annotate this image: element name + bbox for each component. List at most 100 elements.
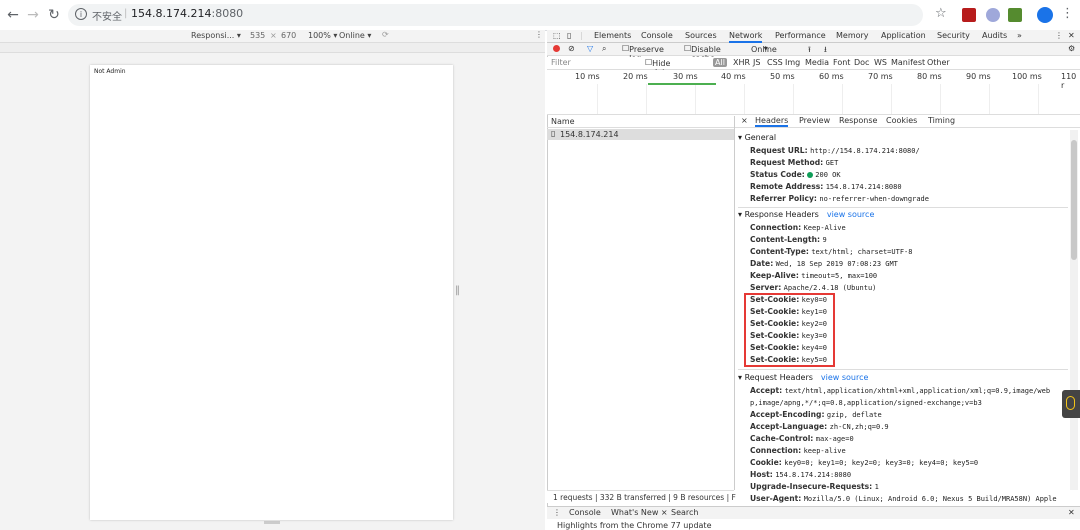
device-height[interactable]: 670 (281, 31, 296, 40)
name-column-header[interactable]: Name (547, 116, 734, 128)
close-drawer-icon[interactable]: ✕ (1068, 508, 1075, 517)
drawer-menu-icon[interactable]: ⋮ (553, 508, 561, 517)
star-icon[interactable]: ☆ (935, 6, 947, 21)
network-settings-icon[interactable]: ⚙ (1068, 44, 1075, 53)
zoom-select[interactable]: 100% ▾ (308, 31, 337, 40)
column-divider[interactable] (734, 116, 735, 490)
timeline-tick: 40 ms (721, 72, 746, 81)
filter-font[interactable]: Font (833, 58, 850, 67)
header-row: Cache-Control: max-age=0 (750, 434, 854, 443)
cube-extension-icon[interactable] (1008, 8, 1022, 22)
header-row: Keep-Alive: timeout=5, max=100 (750, 271, 878, 280)
forward-arrow-icon[interactable]: → (24, 6, 42, 24)
view-source-link[interactable]: view source (821, 373, 869, 382)
header-row: Status Code: 200 OK (750, 170, 841, 179)
filter-icon[interactable]: ▽ (587, 44, 593, 53)
document-icon: ▯ (551, 129, 556, 138)
tab-preview[interactable]: Preview (799, 116, 830, 125)
menu-icon[interactable]: ⋮ (1061, 6, 1074, 21)
rotate-icon[interactable]: ⟳ (382, 30, 389, 39)
throttling-select[interactable]: Online ▾ (751, 44, 777, 54)
preserve-log-checkbox[interactable]: ☐ Preserve log (622, 44, 664, 63)
filter-xhr[interactable]: XHR (733, 58, 750, 67)
bottom-resize-handle[interactable] (264, 521, 280, 524)
disable-cache-checkbox[interactable]: ☐ Disable cache (684, 44, 721, 63)
page-text: Not Admin (94, 68, 126, 75)
mouse-icon (1066, 396, 1075, 410)
device-toggle-icon[interactable]: ▯ (567, 31, 571, 40)
tab-response[interactable]: Response (839, 116, 877, 125)
tab-network[interactable]: Network (729, 31, 763, 43)
floating-widget[interactable] (1062, 390, 1080, 418)
close-detail-icon[interactable]: × (741, 116, 748, 125)
device-menu-icon[interactable]: ⋮ (535, 30, 543, 39)
pdf-extension-icon[interactable] (962, 8, 976, 22)
header-row: Remote Address: 154.8.174.214:8080 (750, 182, 902, 191)
tab-cookies[interactable]: Cookies (886, 116, 917, 125)
import-har-icon[interactable]: ⭱ (808, 44, 811, 58)
devtools-menu-icon[interactable]: ⋮ (1055, 31, 1063, 40)
timeline-tick: 110 r (1061, 72, 1077, 90)
filter-ws[interactable]: WS (874, 58, 887, 67)
extension-icon[interactable] (986, 8, 1000, 22)
scrollbar-thumb[interactable] (1071, 140, 1077, 260)
search-icon[interactable]: ⌕ (602, 44, 606, 54)
header-row: Server: Apache/2.4.18 (Ubuntu) (750, 283, 877, 292)
more-tabs-icon[interactable]: » (1017, 31, 1022, 40)
filter-manifest[interactable]: Manifest (891, 58, 925, 67)
tab-memory[interactable]: Memory (836, 31, 869, 40)
tab-elements[interactable]: Elements (594, 31, 631, 40)
header-row: Accept-Encoding: gzip, deflate (750, 410, 882, 419)
record-icon[interactable] (553, 45, 560, 52)
tab-application[interactable]: Application (881, 31, 926, 40)
details-scrollbar[interactable] (1070, 130, 1078, 490)
filter-doc[interactable]: Doc (854, 58, 869, 67)
export-har-icon[interactable]: ⭳ (824, 44, 827, 58)
timeline-tick: 90 ms (966, 72, 991, 81)
tab-headers[interactable]: Headers (755, 116, 789, 127)
tab-performance[interactable]: Performance (775, 31, 826, 40)
filter-css[interactable]: CSS (767, 58, 783, 67)
filter-all[interactable]: All (713, 58, 727, 67)
clear-icon[interactable]: ⊘ (568, 44, 575, 53)
close-devtools-icon[interactable]: ✕ (1068, 31, 1075, 40)
filter-other[interactable]: Other (927, 58, 950, 67)
info-icon[interactable]: i (75, 8, 87, 20)
timeline-tick: 20 ms (623, 72, 648, 81)
drawer-tab-search[interactable]: Search (671, 508, 698, 517)
request-row[interactable]: ▯ 154.8.174.214 (547, 129, 734, 140)
tab-audits[interactable]: Audits (982, 31, 1007, 40)
url-text[interactable]: 154.8.174.214:8080 (131, 7, 243, 20)
header-row: Accept-Language: zh-CN,zh;q=0.9 (750, 422, 889, 431)
throttle-select[interactable]: Online ▾ (339, 31, 371, 40)
tab-console[interactable]: Console (641, 31, 673, 40)
header-row: Connection: keep-alive (750, 446, 846, 455)
network-toolbar: ⊘ ▽ ⌕ ☐ Preserve log ☐ Disable cache Onl… (547, 43, 1080, 63)
drawer-tab-whats-new[interactable]: What's New × (611, 508, 668, 517)
device-width[interactable]: 535 (250, 31, 265, 40)
address-bar[interactable]: i 不安全 | 154.8.174.214:8080 (68, 4, 923, 26)
timeline-overview[interactable]: 10 ms 20 ms 30 ms 40 ms 50 ms 60 ms 70 m… (547, 70, 1080, 115)
response-headers-toggle[interactable]: ▾ Response Headers view source (738, 210, 874, 219)
header-row-continued: p,image/apng,*/*;q=0.8,application/signe… (750, 399, 982, 407)
reload-icon[interactable]: ↻ (45, 6, 63, 24)
tab-sources[interactable]: Sources (685, 31, 717, 40)
device-select[interactable]: Responsi... ▾ (191, 31, 241, 40)
view-source-link[interactable]: view source (827, 210, 875, 219)
filter-img[interactable]: Img (785, 58, 800, 67)
back-arrow-icon[interactable]: ← (4, 6, 22, 24)
drawer-tab-console[interactable]: Console (569, 508, 601, 517)
resize-handle-icon[interactable]: ‖ (455, 285, 460, 296)
request-headers-toggle[interactable]: ▾ Request Headers view source (738, 373, 868, 382)
avatar[interactable] (1037, 7, 1053, 23)
inspect-icon[interactable]: ⬚ (553, 31, 561, 40)
filter-input[interactable]: Filter (551, 58, 571, 67)
tab-security[interactable]: Security (937, 31, 970, 40)
header-row: Referrer Policy: no-referrer-when-downgr… (750, 194, 929, 203)
header-row: Upgrade-Insecure-Requests: 1 (750, 482, 879, 491)
general-section-toggle[interactable]: ▾ General (738, 133, 776, 142)
hide-data-urls-checkbox[interactable]: ☐ Hide data URLs (645, 58, 672, 86)
tab-timing[interactable]: Timing (928, 116, 955, 125)
filter-media[interactable]: Media (805, 58, 829, 67)
filter-js[interactable]: JS (753, 58, 760, 67)
